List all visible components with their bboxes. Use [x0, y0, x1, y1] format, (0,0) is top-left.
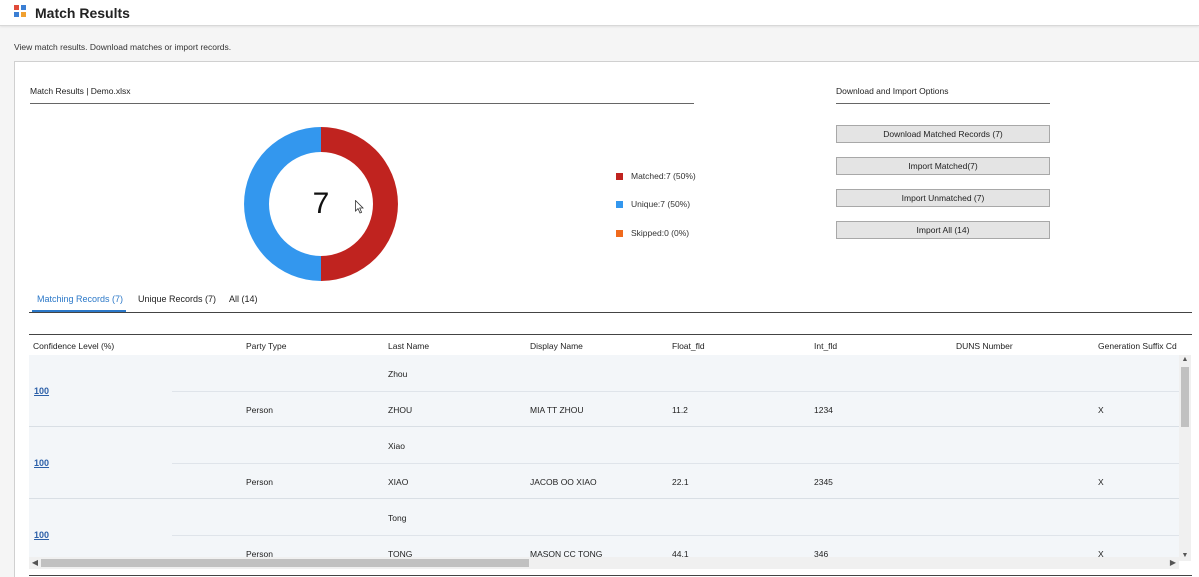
legend-swatch-skipped — [616, 229, 623, 237]
tabs-divider — [29, 312, 1192, 313]
legend-unique: Unique:7 (50%) — [616, 199, 690, 209]
mouse-cursor-icon — [355, 200, 364, 214]
last-name-cell: Zhou — [388, 369, 408, 379]
scroll-down-arrow-icon[interactable]: ▼ — [1179, 551, 1191, 561]
column-header-float-fld[interactable]: Float_fld — [672, 341, 705, 351]
app-header: Match Results — [0, 0, 1199, 26]
legend-matched: Matched:7 (50%) — [616, 171, 696, 181]
row-divider — [172, 535, 1179, 536]
tab-all-records[interactable]: All (14) — [229, 294, 258, 304]
page-title: Match Results — [35, 5, 130, 21]
confidence-level-link[interactable]: 100 — [34, 386, 49, 396]
scroll-up-arrow-icon[interactable]: ▲ — [1179, 355, 1191, 365]
tab-unique-records[interactable]: Unique Records (7) — [138, 294, 216, 304]
confidence-level-link[interactable]: 100 — [34, 530, 49, 540]
generation-suffix-cell: X — [1098, 477, 1104, 487]
column-header-generation-suffix-cd[interactable]: Generation Suffix Cd — [1098, 341, 1177, 351]
match-results-panel: Match Results | Demo.xlsx 7 Matched:7 (5… — [14, 61, 1199, 577]
legend-label-skipped: Skipped:0 (0%) — [631, 228, 690, 238]
import-unmatched-button[interactable]: Import Unmatched (7) — [836, 189, 1050, 207]
float-fld-cell: 22.1 — [672, 477, 689, 487]
int-fld-cell: 346 — [814, 549, 829, 557]
match-results-table-body: 100 Zhou Person ZHOU MIA TT ZHOU 11.2 12… — [29, 355, 1179, 557]
legend-swatch-matched — [616, 172, 623, 180]
match-group-row: 100 Tong Person TONG MASON CC TONG 44.1 … — [29, 499, 1179, 557]
column-header-last-name[interactable]: Last Name — [388, 341, 429, 351]
page-subtitle: View match results. Download matches or … — [14, 42, 232, 52]
column-header-duns-number[interactable]: DUNS Number — [956, 341, 1013, 351]
summary-title-rule — [30, 103, 694, 104]
party-type-cell: Person — [246, 477, 273, 487]
column-header-confidence-level[interactable]: Confidence Level (%) — [33, 341, 114, 351]
generation-suffix-cell: X — [1098, 549, 1104, 557]
import-all-button[interactable]: Import All (14) — [836, 221, 1050, 239]
legend-label-matched: Matched:7 (50%) — [631, 171, 696, 181]
match-group-row: 100 Xiao Person XIAO JACOB OO XIAO 22.1 … — [29, 427, 1179, 499]
generation-suffix-cell: X — [1098, 405, 1104, 415]
table-vertical-scrollbar[interactable]: ▲ ▼ — [1179, 355, 1191, 561]
donut-center-total: 7 — [312, 187, 330, 220]
display-name-cell: MIA TT ZHOU — [530, 405, 584, 415]
legend-label-unique: Unique:7 (50%) — [631, 199, 691, 209]
display-name-cell: JACOB OO XIAO — [530, 477, 597, 487]
horizontal-scroll-thumb[interactable] — [41, 559, 529, 567]
int-fld-cell: 1234 — [814, 405, 833, 415]
tab-matching-records[interactable]: Matching Records (7) — [37, 294, 123, 304]
last-name-cell: TONG — [388, 549, 413, 557]
table-bottom-rule — [29, 575, 1192, 576]
display-name-cell: MASON CC TONG — [530, 549, 603, 557]
last-name-cell: ZHOU — [388, 405, 413, 415]
legend-skipped: Skipped:0 (0%) — [616, 228, 689, 238]
row-divider — [172, 463, 1179, 464]
options-title-rule — [836, 103, 1050, 104]
last-name-cell: Xiao — [388, 441, 406, 451]
column-header-int-fld[interactable]: Int_fld — [814, 341, 837, 351]
last-name-cell: Tong — [388, 513, 407, 523]
confidence-level-link[interactable]: 100 — [34, 458, 49, 468]
vertical-scroll-thumb[interactable] — [1181, 367, 1189, 427]
int-fld-cell: 2345 — [814, 477, 833, 487]
party-type-cell: Person — [246, 405, 273, 415]
scroll-left-arrow-icon[interactable]: ◀ — [29, 557, 41, 569]
column-header-party-type[interactable]: Party Type — [246, 341, 286, 351]
match-donut-chart: 7 — [243, 126, 399, 282]
row-divider — [172, 391, 1179, 392]
column-header-display-name[interactable]: Display Name — [530, 341, 583, 351]
options-title: Download and Import Options — [836, 86, 949, 96]
import-matched-button[interactable]: Import Matched(7) — [836, 157, 1050, 175]
party-type-cell: Person — [246, 549, 273, 557]
float-fld-cell: 44.1 — [672, 549, 689, 557]
table-horizontal-scrollbar[interactable]: ◀ ▶ — [29, 557, 1179, 569]
table-header-top-rule — [29, 334, 1192, 335]
summary-title: Match Results | Demo.xlsx — [30, 86, 131, 96]
legend-swatch-unique — [616, 200, 623, 208]
download-matched-records-button[interactable]: Download Matched Records (7) — [836, 125, 1050, 143]
match-group-row: 100 Zhou Person ZHOU MIA TT ZHOU 11.2 12… — [29, 355, 1179, 427]
match-results-app-icon — [14, 5, 27, 18]
scroll-right-arrow-icon[interactable]: ▶ — [1167, 557, 1179, 569]
float-fld-cell: 11.2 — [672, 405, 688, 415]
last-name-cell: XIAO — [388, 477, 409, 487]
